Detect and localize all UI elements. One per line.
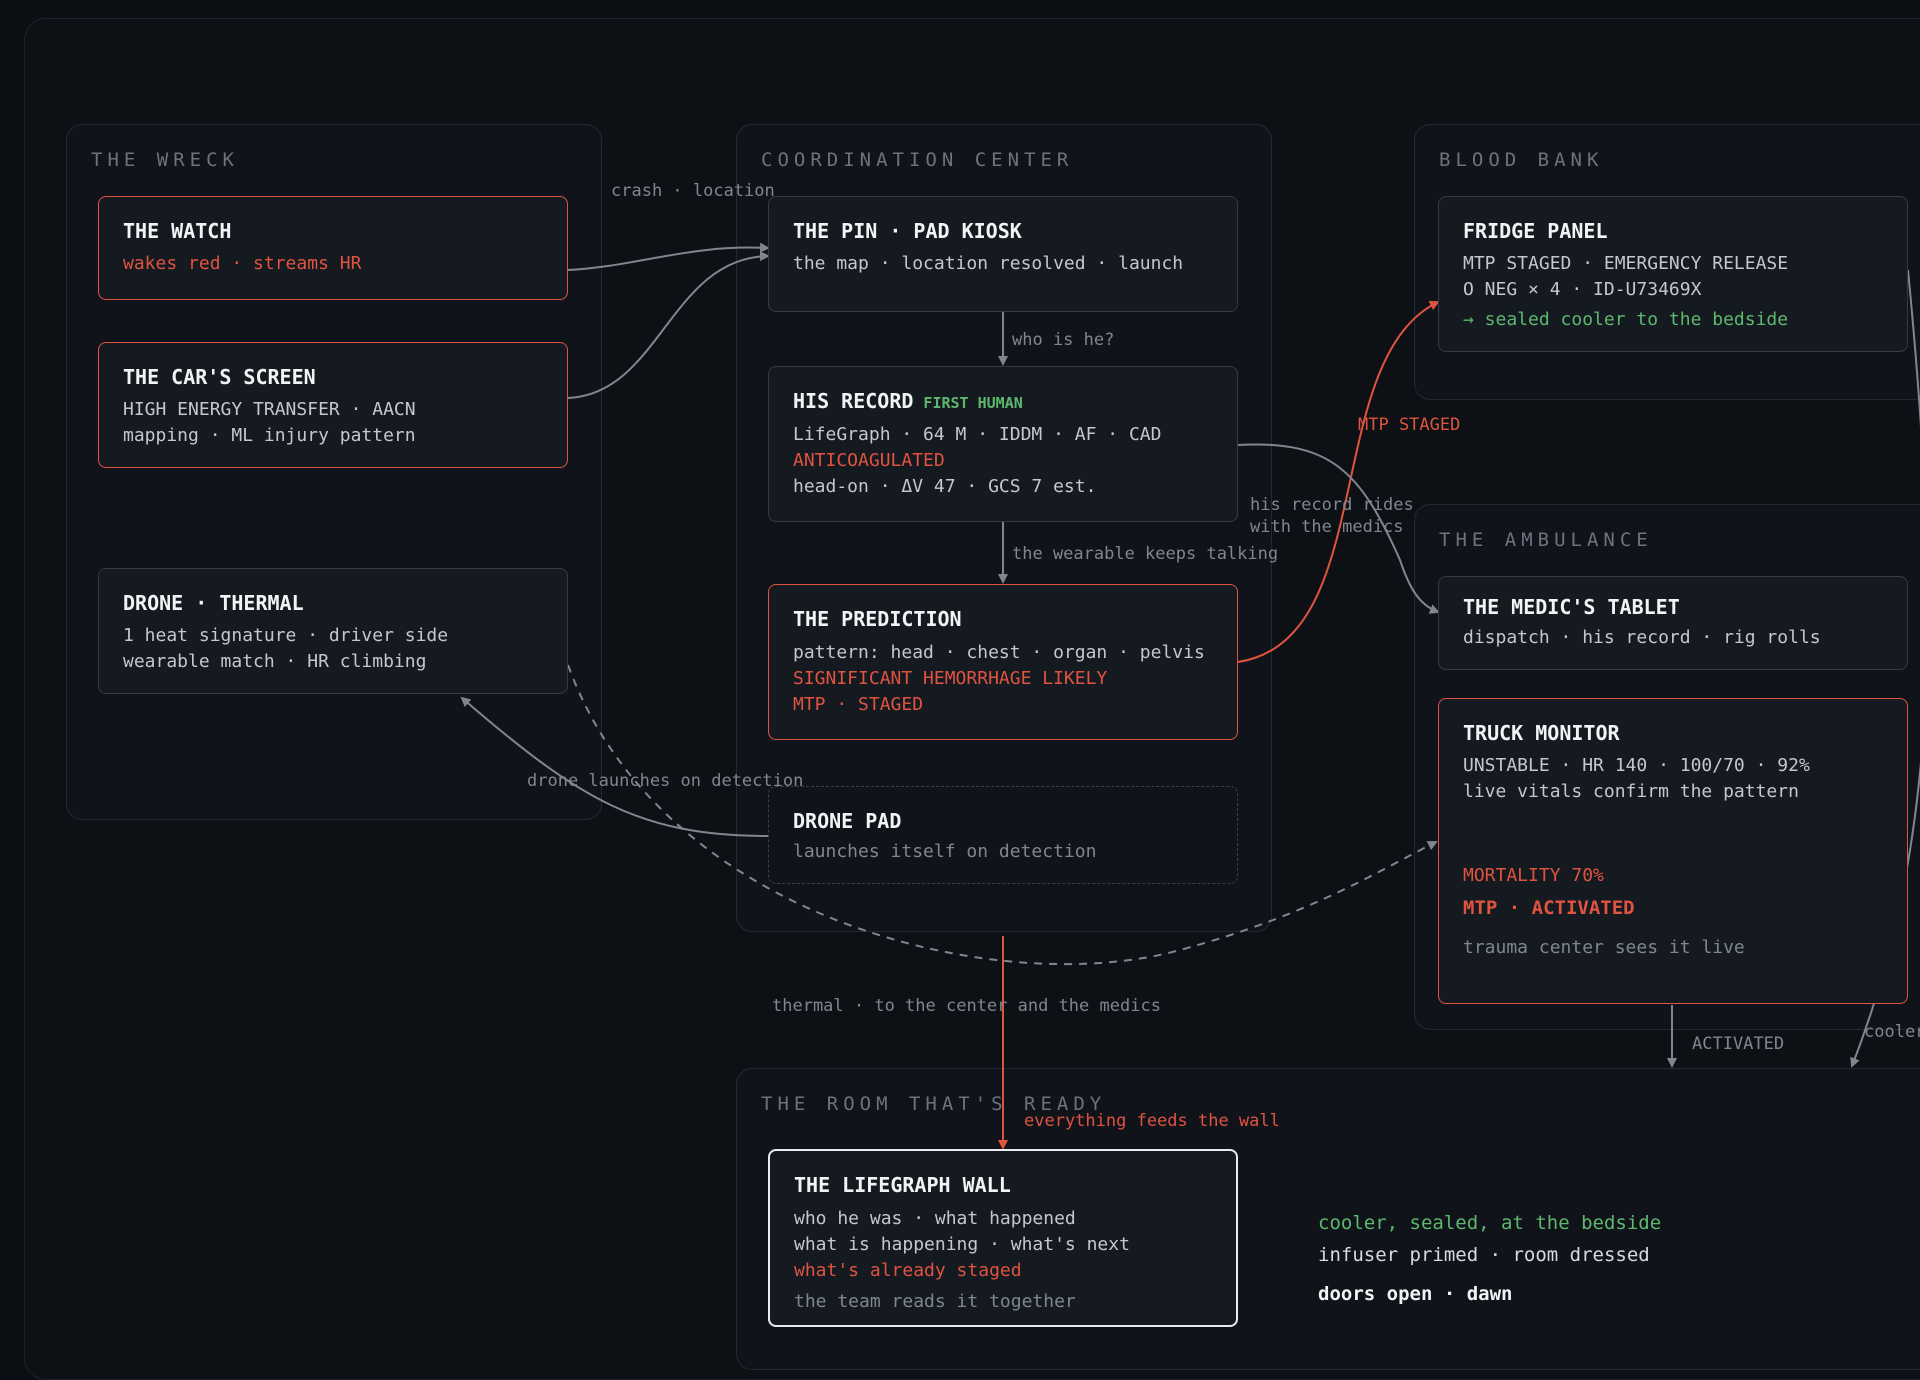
node-line: MORTALITY 70% bbox=[1463, 865, 1604, 886]
node-lifegraph-wall: THE LIFEGRAPH WALL who he was · what hap… bbox=[768, 1149, 1238, 1327]
node-line: ANTICOAGULATED bbox=[793, 450, 945, 471]
node-line: LifeGraph · 64 M · IDDM · AF · CAD bbox=[793, 424, 1162, 445]
edge-prediction-to-fridge bbox=[1237, 301, 1440, 663]
edge-pad-to-drone bbox=[460, 696, 769, 837]
edge-label-cooler: cooler bbox=[1864, 1022, 1920, 1042]
edge-label-record-rides: his record rides bbox=[1250, 495, 1414, 515]
node-line: dispatch · his record · rig rolls bbox=[1463, 627, 1821, 648]
edge-label-crash-location: crash · location bbox=[611, 181, 775, 201]
node-line: who he was · what happened bbox=[794, 1208, 1076, 1229]
node-line: MTP STAGED · EMERGENCY RELEASE bbox=[1463, 253, 1789, 274]
edge-watch-to-kiosk bbox=[567, 242, 770, 271]
node-drone-pad: DRONE PAD launches itself on detection bbox=[768, 786, 1238, 884]
node-medic-tablet: THE MEDIC'S TABLET dispatch · his record… bbox=[1438, 576, 1908, 670]
node-pin-kiosk: THE PIN · PAD KIOSK the map · location r… bbox=[768, 196, 1238, 312]
node-fridge-panel: FRIDGE PANEL MTP STAGED · EMERGENCY RELE… bbox=[1438, 196, 1908, 352]
edge-label-mtp-staged: MTP STAGED bbox=[1358, 415, 1461, 435]
node-line: head-on · ΔV 47 · GCS 7 est. bbox=[793, 476, 1097, 497]
node-line: 1 heat signature · driver side bbox=[123, 625, 449, 646]
node-car-screen: THE CAR'S SCREEN HIGH ENERGY TRANSFER · … bbox=[98, 342, 568, 468]
node-title: THE LIFEGRAPH WALL bbox=[794, 1173, 1011, 1197]
node-his-record: HIS RECORD FIRST HUMAN LifeGraph · 64 M ·… bbox=[768, 366, 1238, 522]
room-note-infuser: infuser primed · room dressed bbox=[1318, 1244, 1650, 1266]
node-title: THE PREDICTION bbox=[793, 607, 962, 631]
node-line: SIGNIFICANT HEMORRHAGE LIKELY bbox=[793, 668, 1108, 689]
room-note-doors: doors open · dawn bbox=[1318, 1283, 1513, 1305]
node-truck-monitor: TRUCK MONITOR UNSTABLE · HR 140 · 100/70… bbox=[1438, 698, 1908, 1004]
node-line: trauma center sees it live bbox=[1463, 937, 1745, 958]
node-title: THE CAR'S SCREEN bbox=[123, 365, 316, 389]
edge-label-everything: everything feeds the wall bbox=[1024, 1111, 1280, 1131]
node-line: → sealed cooler to the bedside bbox=[1463, 309, 1789, 330]
node-title: THE WATCH bbox=[123, 219, 232, 243]
node-line: UNSTABLE · HR 140 · 100/70 · 92% bbox=[1463, 755, 1810, 776]
edge-label-thermal: thermal · to the center and the medics bbox=[772, 996, 1161, 1016]
node-title: THE MEDIC'S TABLET bbox=[1463, 595, 1680, 619]
node-line: O NEG × 4 · ID-U73469X bbox=[1463, 279, 1702, 300]
edge-label-activated: ACTIVATED bbox=[1692, 1034, 1785, 1054]
node-the-watch: THE WATCH wakes red · streams HR bbox=[98, 196, 568, 300]
node-title: TRUCK MONITOR bbox=[1463, 721, 1620, 745]
node-line: MTP · ACTIVATED bbox=[1463, 897, 1635, 919]
node-line: mapping · ML injury pattern bbox=[123, 425, 416, 446]
room-note-cooler: cooler, sealed, at the bedside bbox=[1318, 1212, 1662, 1234]
first-human-tag: FIRST HUMAN bbox=[923, 394, 1023, 412]
node-line: pattern: head · chest · organ · pelvis bbox=[793, 642, 1205, 663]
node-line: the team reads it together bbox=[794, 1291, 1076, 1312]
node-line: launches itself on detection bbox=[793, 841, 1097, 862]
node-line: the map · location resolved · launch bbox=[793, 253, 1184, 274]
node-line: MTP · STAGED bbox=[793, 694, 924, 715]
edge-label-wearable: the wearable keeps talking bbox=[1012, 544, 1279, 564]
node-title-text: HIS RECORD bbox=[793, 389, 914, 413]
node-title: DRONE PAD bbox=[793, 809, 902, 833]
node-line: what is happening · what's next bbox=[794, 1234, 1130, 1255]
node-line: wakes red · streams HR bbox=[123, 253, 362, 274]
edge-label-with-medics: with the medics bbox=[1250, 517, 1404, 537]
node-line: live vitals confirm the pattern bbox=[1463, 781, 1799, 802]
node-title: HIS RECORD FIRST HUMAN bbox=[793, 389, 1023, 413]
edge-label-who-is-he: who is he? bbox=[1012, 330, 1115, 350]
node-line: wearable match · HR climbing bbox=[123, 651, 427, 672]
node-title: THE PIN · PAD KIOSK bbox=[793, 219, 1022, 243]
node-title: FRIDGE PANEL bbox=[1463, 219, 1608, 243]
edge-car-to-kiosk bbox=[567, 251, 770, 399]
edge-label-drone-launch: drone launches on detection bbox=[527, 771, 804, 791]
node-line: what's already staged bbox=[794, 1260, 1022, 1281]
node-line: HIGH ENERGY TRANSFER · AACN bbox=[123, 399, 416, 420]
node-drone-thermal: DRONE · THERMAL 1 heat signature · drive… bbox=[98, 568, 568, 694]
node-title: DRONE · THERMAL bbox=[123, 591, 304, 615]
node-prediction: THE PREDICTION pattern: head · chest · o… bbox=[768, 584, 1238, 740]
